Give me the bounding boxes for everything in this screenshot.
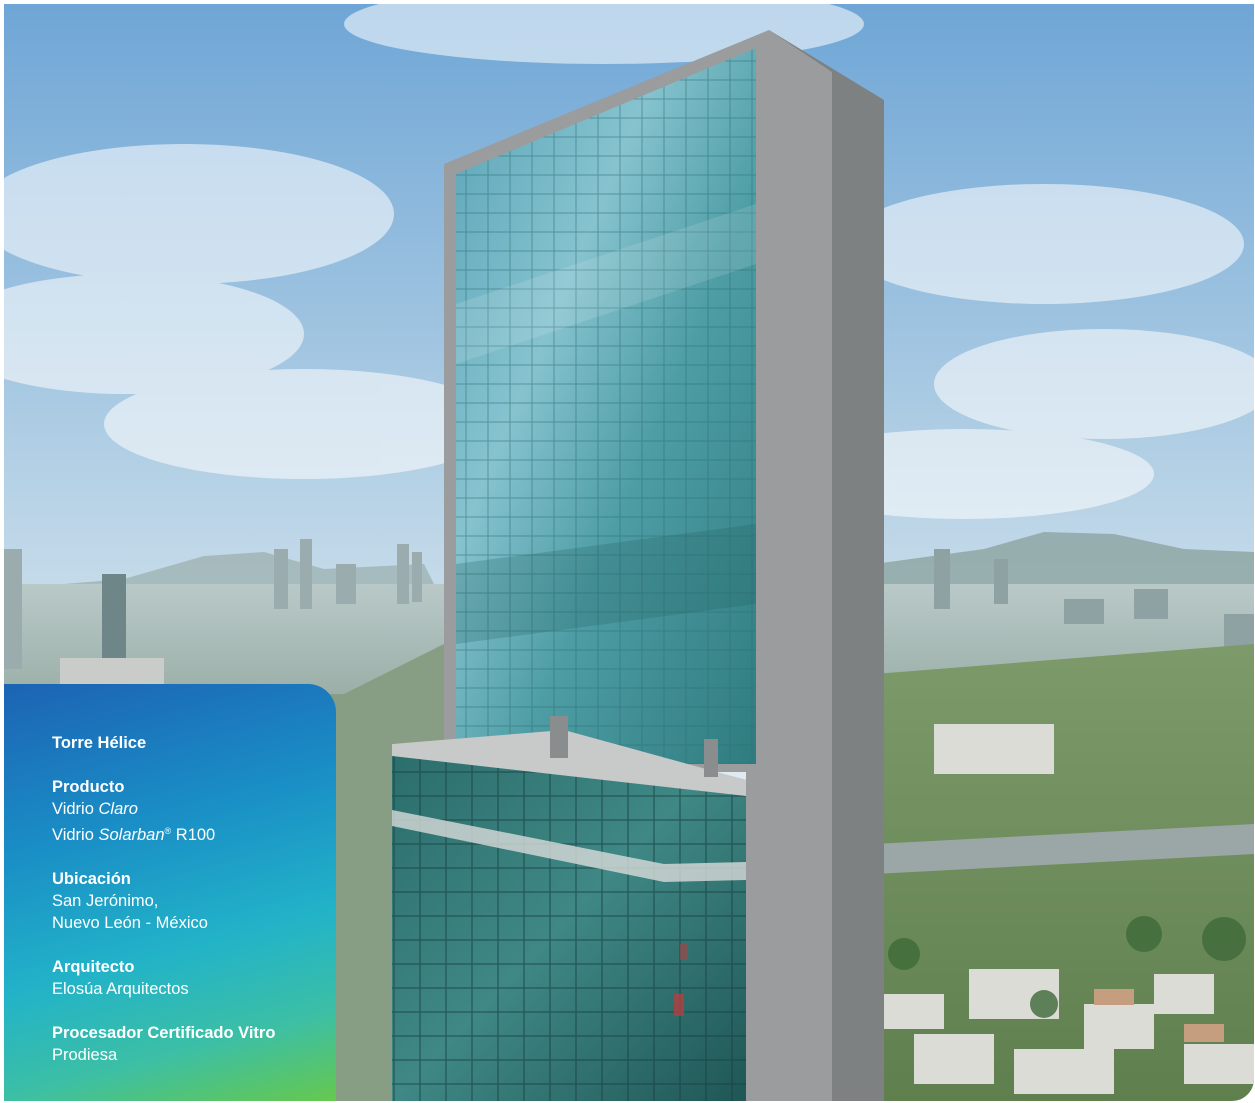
processor-heading: Procesador Certificado Vitro (52, 1024, 276, 1042)
processor-name: Prodiesa (52, 1046, 118, 1064)
architect-heading: Arquitecto (52, 958, 135, 976)
project-title: Torre Hélice (52, 734, 147, 752)
architect-name: Elosúa Arquitectos (52, 980, 189, 998)
project-info-panel: Torre Hélice Producto Vidrio Claro Vidri… (4, 684, 336, 1101)
location-line-1: San Jerónimo, (52, 892, 159, 910)
product-line-2: Vidrio Solarban® R100 (52, 826, 216, 844)
product-line-1: Vidrio Claro (52, 800, 138, 818)
location-line-2: Nuevo León - México (52, 914, 208, 932)
location-heading: Ubicación (52, 870, 131, 888)
photo-frame: Torre Hélice Producto Vidrio Claro Vidri… (4, 4, 1254, 1101)
product-heading: Producto (52, 778, 125, 796)
